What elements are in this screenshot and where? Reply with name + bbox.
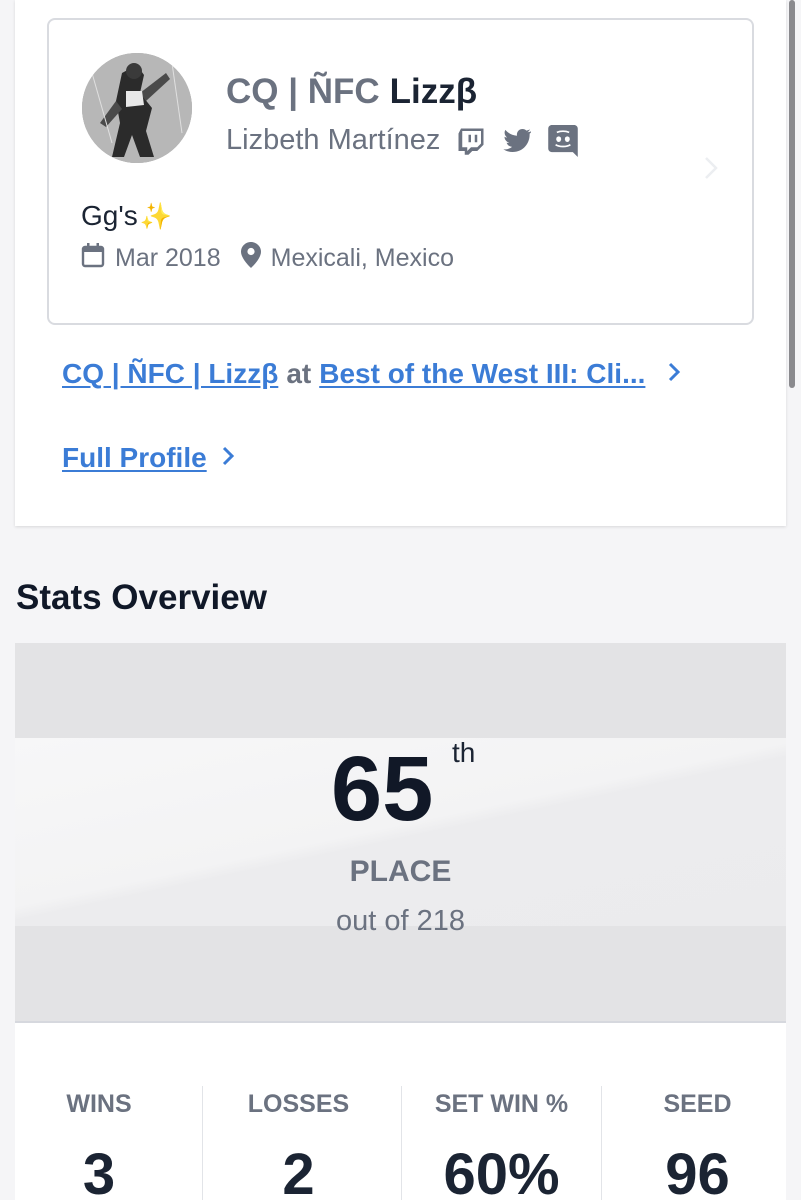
chevron-right-icon[interactable] (667, 358, 681, 390)
stat-label: WINS (66, 1090, 132, 1118)
twitter-icon[interactable] (502, 128, 532, 154)
entrant-link[interactable]: CQ | ÑFC | Lizzβ (62, 358, 278, 390)
profile-meta: Mar 2018 Mexicali, Mexico (81, 242, 454, 275)
stat-value: 3 (82, 1142, 116, 1200)
placement-label: PLACE (349, 855, 452, 888)
stats-panel: 65 th PLACE out of 218 WINS 3 LOSSES 2 S… (15, 643, 786, 1200)
stat-value: 60% (443, 1142, 560, 1200)
entrant-event-link[interactable]: CQ | ÑFC | Lizzβ at Best of the West III… (62, 358, 681, 390)
twitch-icon[interactable] (456, 126, 486, 156)
joined-date: Mar 2018 (81, 242, 221, 275)
location-pin-icon (240, 242, 271, 275)
stat-label: LOSSES (247, 1090, 350, 1118)
location-text: Mexicali, Mexico (270, 244, 454, 272)
sparkles-icon: ✨ (139, 201, 173, 231)
stat-losses: LOSSES 2 (202, 1086, 394, 1200)
profile-card[interactable]: CQ | ÑFC Lizzβ Lizbeth Martínez Gg's✨ Ma… (47, 18, 754, 325)
sponsor-prefix: CQ | ÑFC (226, 72, 380, 111)
stat-label: SET WIN % (434, 1090, 569, 1118)
gamer-tag: Lizzβ (389, 72, 478, 111)
bio-text: Gg's (81, 200, 138, 231)
discord-icon[interactable] (548, 124, 579, 157)
section-title: Stats Overview (16, 578, 267, 617)
bio: Gg's✨ (81, 200, 172, 232)
placement-banner: 65 th PLACE out of 218 (15, 643, 786, 1023)
full-profile-label[interactable]: Full Profile (62, 442, 207, 474)
profile-panel: CQ | ÑFC Lizzβ Lizbeth Martínez Gg's✨ Ma… (15, 0, 786, 526)
scrollbar[interactable] (789, 0, 795, 388)
stat-set-win-percent: SET WIN % 60% (401, 1086, 601, 1200)
full-profile-link[interactable]: Full Profile (62, 442, 235, 474)
chevron-right-icon[interactable] (701, 154, 721, 182)
event-link[interactable]: Best of the West III: Cli... (319, 358, 645, 390)
stat-value: 2 (282, 1142, 315, 1200)
avatar (82, 53, 192, 163)
at-text: at (286, 358, 312, 389)
placement-total: out of 218 (336, 905, 465, 937)
stat-wins: WINS 3 (15, 1086, 195, 1200)
real-name-row: Lizbeth Martínez (226, 124, 579, 157)
stat-label: SEED (663, 1090, 732, 1118)
calendar-icon (81, 242, 115, 275)
placement-suffix: th (452, 737, 476, 768)
chevron-right-icon[interactable] (221, 442, 235, 474)
stat-seed: SEED 96 (601, 1086, 786, 1200)
placement-value: 65 (331, 738, 434, 840)
gamer-tag-heading: CQ | ÑFC Lizzβ (226, 72, 477, 112)
joined-text: Mar 2018 (115, 244, 221, 272)
real-name: Lizbeth Martínez (226, 124, 441, 156)
stat-value: 96 (665, 1142, 730, 1200)
location: Mexicali, Mexico (240, 242, 454, 275)
